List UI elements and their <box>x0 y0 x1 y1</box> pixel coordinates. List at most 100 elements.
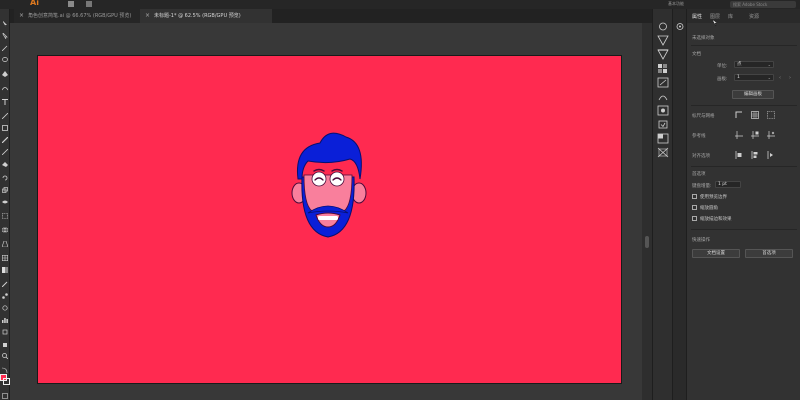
panel-collapse-strip <box>672 9 686 400</box>
align-to-selection-icon[interactable] <box>735 151 743 159</box>
shape-builder-tool-icon[interactable] <box>2 227 8 233</box>
lasso-tool-icon[interactable] <box>2 57 8 63</box>
vertical-scrollbar[interactable] <box>642 23 652 400</box>
bearded-man-illustration[interactable] <box>284 117 372 247</box>
direct-selection-tool-icon[interactable] <box>2 33 8 39</box>
pathfinder-panel-icon[interactable] <box>657 143 669 158</box>
blend-tool-icon[interactable] <box>2 293 8 299</box>
pencil-tool-icon[interactable] <box>2 149 8 155</box>
perspective-grid-tool-icon[interactable] <box>2 241 8 247</box>
units-select[interactable]: 点 ⌄ <box>734 61 774 68</box>
next-artboard-icon[interactable]: › <box>789 75 791 81</box>
tab-layers[interactable]: 图层 <box>710 13 720 20</box>
units-label: 单位: <box>717 64 728 69</box>
panel-divider <box>691 45 797 46</box>
align-to-artboard-icon[interactable] <box>767 151 775 159</box>
magic-wand-tool-icon[interactable] <box>2 45 8 51</box>
scale-corners-label: 缩放圆角 <box>700 206 718 211</box>
rulers-toggle-icon[interactable] <box>735 111 743 119</box>
scale-tool-icon[interactable] <box>2 187 8 193</box>
layout-icon[interactable] <box>86 1 92 7</box>
document-section-title: 文档 <box>692 52 701 57</box>
rectangle-tool-icon[interactable] <box>2 125 8 131</box>
panel-tab-bar: 属性 图层 库 资源 <box>687 9 800 27</box>
mouse-cursor-icon <box>712 19 718 27</box>
draw-mode-icon[interactable] <box>2 393 8 399</box>
close-icon[interactable]: × <box>19 9 24 23</box>
column-graph-tool-icon[interactable] <box>2 317 8 323</box>
panel-divider <box>691 105 797 106</box>
free-transform-tool-icon[interactable] <box>2 213 8 219</box>
tab-properties[interactable]: 属性 <box>692 13 702 20</box>
rulers-grids-label: 标尺与网格 <box>692 114 715 119</box>
document-icon[interactable] <box>68 1 74 7</box>
paintbrush-tool-icon[interactable] <box>2 137 8 143</box>
tab-assets[interactable]: 资源 <box>749 13 759 20</box>
doc-tab-label: 未标题-1* @ 62.5% (RGB/GPU 预览) <box>154 13 241 19</box>
brushes-panel-icon[interactable] <box>657 73 669 88</box>
previous-artboard-icon[interactable]: ‹ <box>779 75 781 81</box>
rotate-tool-icon[interactable] <box>2 175 8 181</box>
mesh-tool-icon[interactable] <box>2 255 8 261</box>
gradient-tool-icon[interactable] <box>2 267 8 273</box>
artboard-label: 画板: <box>717 77 728 82</box>
workspace-switcher[interactable]: 基本功能 <box>668 1 684 7</box>
stroke-panel-icon[interactable] <box>657 31 669 46</box>
tools-panel <box>0 9 10 400</box>
curvature-tool-icon[interactable] <box>2 85 8 91</box>
scale-corners-checkbox[interactable] <box>692 205 697 210</box>
tab-libraries[interactable]: 库 <box>728 13 733 20</box>
clear-guides-icon[interactable] <box>767 131 775 139</box>
hand-tool-icon[interactable] <box>2 341 8 347</box>
pixel-grid-toggle-icon[interactable] <box>767 111 775 119</box>
chevron-down-icon: ⌄ <box>767 75 771 80</box>
guides-label: 参考线 <box>692 134 706 139</box>
color-panel-icon[interactable] <box>657 17 669 31</box>
scrollbar-thumb[interactable] <box>645 236 649 248</box>
appearance-panel-icon[interactable] <box>657 115 669 129</box>
lock-guides-icon[interactable] <box>751 131 759 139</box>
gpu-icon[interactable] <box>106 1 112 16</box>
line-tool-icon[interactable] <box>2 113 8 119</box>
symbols-panel-icon[interactable] <box>657 87 669 101</box>
eyedropper-tool-icon[interactable] <box>2 281 8 287</box>
artboard-tool-icon[interactable] <box>2 329 8 335</box>
app-window: Ai 基本功能 搜索 Adobe Stock × 角色创意简笔.ai @ 66.… <box>0 0 800 400</box>
selection-tool-icon[interactable] <box>2 21 8 27</box>
quick-actions-title: 快速操作 <box>692 238 710 243</box>
units-value: 点 <box>737 62 742 67</box>
stock-search-input[interactable]: 搜索 Adobe Stock <box>730 1 796 8</box>
width-tool-icon[interactable] <box>2 199 8 205</box>
symbol-sprayer-tool-icon[interactable] <box>2 305 8 311</box>
preview-bounds-checkbox[interactable] <box>692 194 697 199</box>
scale-strokes-label: 缩放描边和效果 <box>700 217 732 222</box>
close-icon[interactable]: × <box>145 9 150 23</box>
app-logo: Ai <box>30 0 39 7</box>
artboard-value: 1 <box>737 75 740 80</box>
doc-tab-character[interactable]: × 角色创意简笔.ai @ 66.67% (RGB/GPU 预览) <box>14 9 140 23</box>
transparency-panel-icon[interactable] <box>657 129 669 144</box>
grid-toggle-icon[interactable] <box>751 111 759 119</box>
preview-bounds-label: 使用预览边界 <box>700 195 727 200</box>
gradient-panel-icon[interactable] <box>657 45 669 60</box>
graphic-styles-panel-icon[interactable] <box>657 101 669 116</box>
doc-tab-untitled[interactable]: × 未标题-1* @ 62.5% (RGB/GPU 预览) <box>140 9 272 23</box>
align-to-key-object-icon[interactable] <box>751 151 759 159</box>
document-tab-bar: × 角色创意简笔.ai @ 66.67% (RGB/GPU 预览) × 未标题-… <box>10 9 652 23</box>
edit-artboards-button[interactable]: 编辑画板 <box>732 90 774 99</box>
swap-colors-icon[interactable] <box>2 367 8 373</box>
artboard-select[interactable]: 1 ⌄ <box>734 74 774 81</box>
type-tool-icon[interactable] <box>2 99 8 105</box>
guides-toggle-icon[interactable] <box>735 131 743 139</box>
no-selection-label: 未选择对象 <box>692 36 715 41</box>
swatches-panel-icon[interactable] <box>657 59 669 73</box>
scale-strokes-checkbox[interactable] <box>692 216 697 221</box>
zoom-tool-icon[interactable] <box>2 353 8 359</box>
document-setup-button[interactable]: 文档设置 <box>692 249 740 258</box>
stroke-color-swatch[interactable] <box>3 378 10 385</box>
learn-panel-icon[interactable] <box>674 17 686 30</box>
pen-tool-icon[interactable] <box>2 71 8 77</box>
preferences-button[interactable]: 首选项 <box>745 249 793 258</box>
eraser-tool-icon[interactable] <box>2 161 8 167</box>
keyboard-increment-input[interactable]: 1 pt <box>715 181 741 188</box>
